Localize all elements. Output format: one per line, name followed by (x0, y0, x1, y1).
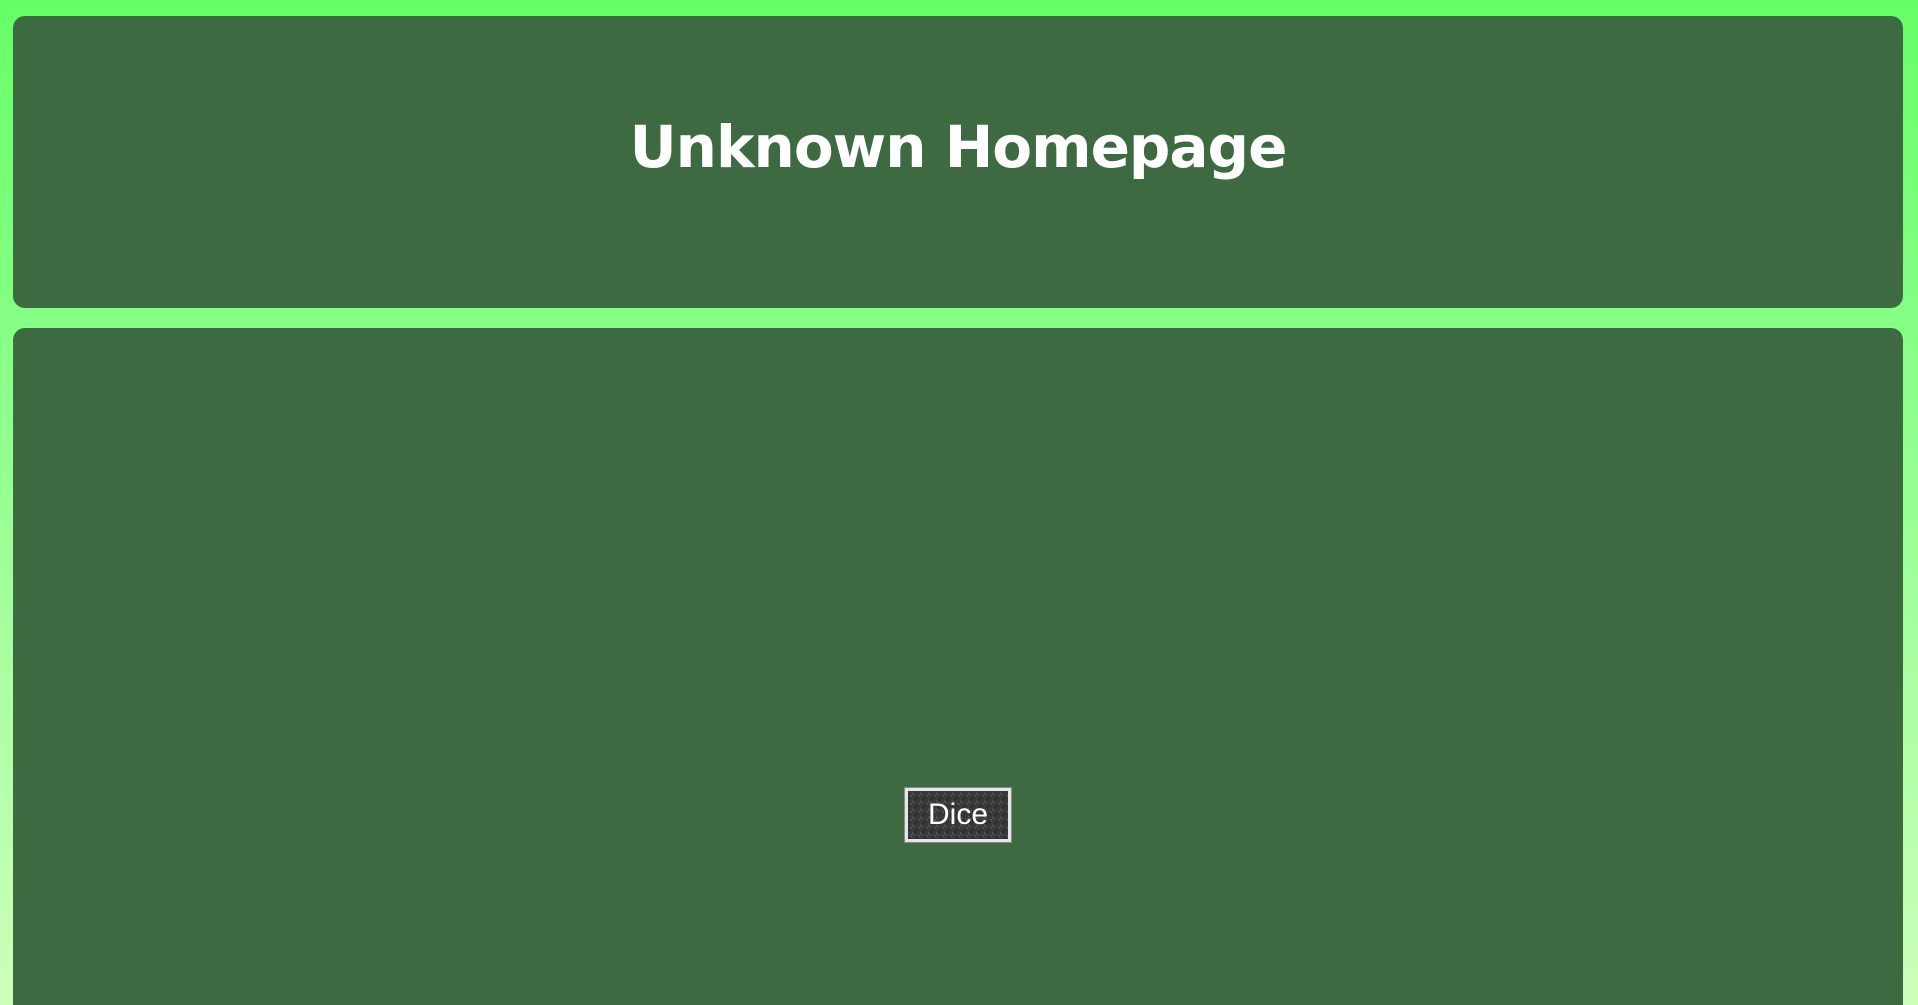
header-panel: Unknown Homepage (13, 16, 1903, 308)
page-title: Unknown Homepage (629, 113, 1288, 181)
dice-button[interactable]: Dice (904, 787, 1012, 843)
main-panel: Dice (13, 328, 1903, 1005)
